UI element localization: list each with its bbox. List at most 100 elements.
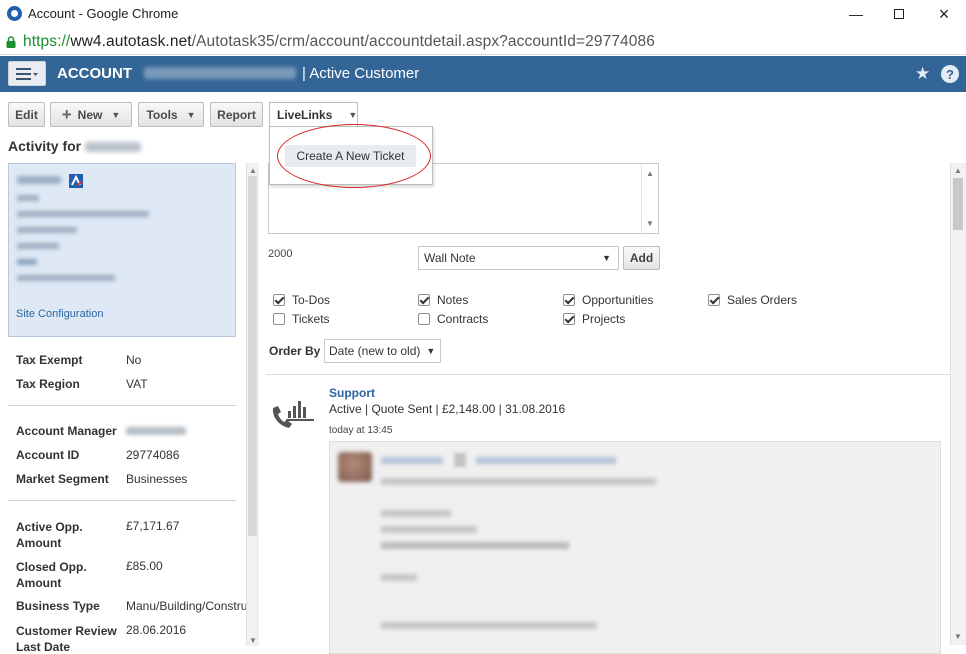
- feed-item-title-link[interactable]: Support: [329, 386, 375, 400]
- closed-opp-amount-value: £85.00: [126, 559, 163, 573]
- note-icon-redacted: [454, 453, 466, 467]
- section-divider: [8, 500, 236, 501]
- note-type-select[interactable]: Wall Note ▼: [418, 246, 619, 270]
- tools-button[interactable]: Tools ▼: [138, 102, 204, 127]
- scroll-up-arrow-icon[interactable]: ▲: [249, 166, 257, 175]
- filter-sales-orders[interactable]: Sales Orders: [708, 293, 797, 307]
- card-line-redacted: [17, 243, 59, 249]
- tax-region-value: VAT: [126, 377, 148, 391]
- header-account-name-redacted: [144, 67, 296, 79]
- note-line-redacted: [381, 510, 451, 517]
- checkbox-checked-icon[interactable]: [273, 294, 285, 306]
- filter-projects[interactable]: Projects: [563, 312, 625, 326]
- phone-chart-icon: [272, 401, 314, 428]
- filter-contracts[interactable]: Contracts: [418, 312, 488, 326]
- avatar: [338, 452, 372, 482]
- checkbox-icon[interactable]: [418, 313, 430, 325]
- active-opp-amount-value: £7,171.67: [126, 519, 180, 533]
- card-line-redacted: [17, 227, 77, 233]
- account-id-value: 29774086: [126, 448, 180, 462]
- account-id-label: Account ID: [16, 448, 80, 462]
- scroll-down-arrow-icon[interactable]: ▼: [646, 219, 654, 228]
- filter-todos[interactable]: To-Dos: [273, 293, 330, 307]
- feed-divider: [266, 374, 950, 375]
- card-line-redacted: [17, 259, 37, 265]
- note-line-redacted: [381, 622, 597, 629]
- checkbox-checked-icon[interactable]: [563, 313, 575, 325]
- filter-tickets[interactable]: Tickets: [273, 312, 330, 326]
- close-window-button[interactable]: ×: [924, 2, 964, 26]
- chrome-app-icon: [7, 6, 22, 21]
- scroll-up-arrow-icon[interactable]: ▲: [954, 166, 962, 175]
- feed-item-time: today at 13:45: [329, 425, 393, 436]
- filter-notes[interactable]: Notes: [418, 293, 468, 307]
- caret-down-icon: ▼: [426, 346, 436, 356]
- help-icon[interactable]: ?: [941, 65, 959, 83]
- minimize-button[interactable]: —: [836, 2, 876, 26]
- site-configuration-link[interactable]: Site Configuration: [16, 308, 103, 320]
- activity-title: Activity for: [8, 138, 142, 154]
- active-opp-amount-label: Active Opp. Amount: [16, 520, 83, 550]
- filter-opportunities[interactable]: Opportunities: [563, 293, 653, 307]
- autotask-logo-icon: [69, 174, 83, 188]
- card-line-redacted: [17, 211, 149, 217]
- plus-icon: +: [61, 104, 72, 124]
- checkbox-checked-icon[interactable]: [418, 294, 430, 306]
- checkbox-checked-icon[interactable]: [563, 294, 575, 306]
- checkbox-icon[interactable]: [273, 313, 285, 325]
- note-recipients-redacted: [476, 457, 616, 464]
- account-name-redacted: [85, 142, 142, 153]
- market-segment-label: Market Segment: [16, 472, 109, 486]
- business-type-label: Business Type: [16, 599, 100, 613]
- scroll-down-arrow-icon[interactable]: ▼: [954, 632, 962, 641]
- main-scrollbar[interactable]: [950, 163, 966, 645]
- business-type-value: Manu/Building/Construction: [126, 599, 246, 613]
- note-line-redacted: [381, 574, 417, 581]
- report-button[interactable]: Report: [210, 102, 263, 127]
- scroll-up-arrow-icon[interactable]: ▲: [646, 169, 654, 178]
- header-status: | Active Customer: [302, 65, 420, 82]
- star-icon[interactable]: ★: [915, 64, 930, 84]
- feed-item-subtitle: Active | Quote Sent | £2,148.00 | 31.08.…: [329, 402, 566, 416]
- caret-down-icon: ▼: [111, 109, 121, 120]
- new-button[interactable]: + New ▼: [50, 102, 132, 127]
- section-divider: [8, 405, 236, 406]
- account-manager-value-redacted: [126, 427, 186, 435]
- order-by-label: Order By: [269, 344, 321, 358]
- tax-exempt-value: No: [126, 353, 142, 367]
- card-name-redacted: [17, 176, 61, 184]
- tax-exempt-label: Tax Exempt: [16, 353, 83, 367]
- account-manager-label: Account Manager: [16, 424, 117, 438]
- card-line-redacted: [17, 195, 39, 201]
- annotation-circle: [277, 124, 431, 188]
- note-line-redacted: [381, 478, 656, 485]
- note-line-redacted: [381, 526, 477, 533]
- left-scrollbar-thumb[interactable]: [248, 176, 257, 536]
- note-line-redacted: [381, 542, 569, 549]
- market-segment-value: Businesses: [126, 472, 188, 486]
- closed-opp-amount-label: Closed Opp. Amount: [16, 560, 87, 590]
- add-button[interactable]: Add: [623, 246, 660, 270]
- scroll-down-arrow-icon[interactable]: ▼: [249, 636, 257, 645]
- customer-review-label: Customer Review Last Date: [16, 624, 117, 654]
- lock-icon: [6, 36, 16, 48]
- window-title: Account - Google Chrome: [28, 6, 179, 21]
- maximize-button[interactable]: [879, 2, 919, 26]
- character-count: 2000: [268, 248, 293, 260]
- note-author-redacted: [381, 457, 443, 464]
- caret-down-icon: ▼: [348, 110, 358, 120]
- customer-review-value: 28.06.2016: [126, 623, 187, 637]
- checkbox-checked-icon[interactable]: [708, 294, 720, 306]
- main-scrollbar-thumb[interactable]: [953, 178, 963, 230]
- header-section-label: ACCOUNT: [57, 65, 132, 82]
- card-line-redacted: [17, 275, 115, 281]
- main-menu-button[interactable]: [8, 61, 46, 86]
- tax-region-label: Tax Region: [16, 377, 80, 391]
- order-by-select[interactable]: Date (new to old) ▼: [324, 339, 441, 363]
- caret-down-icon: ▼: [186, 109, 196, 120]
- hamburger-menu-icon: [16, 67, 38, 80]
- caret-down-icon: ▼: [602, 253, 611, 263]
- textarea-scrollbar[interactable]: ▲ ▼: [641, 164, 658, 233]
- edit-button[interactable]: Edit: [8, 102, 45, 127]
- url-text[interactable]: https://ww4.autotask.net/Autotask35/crm/…: [23, 33, 655, 51]
